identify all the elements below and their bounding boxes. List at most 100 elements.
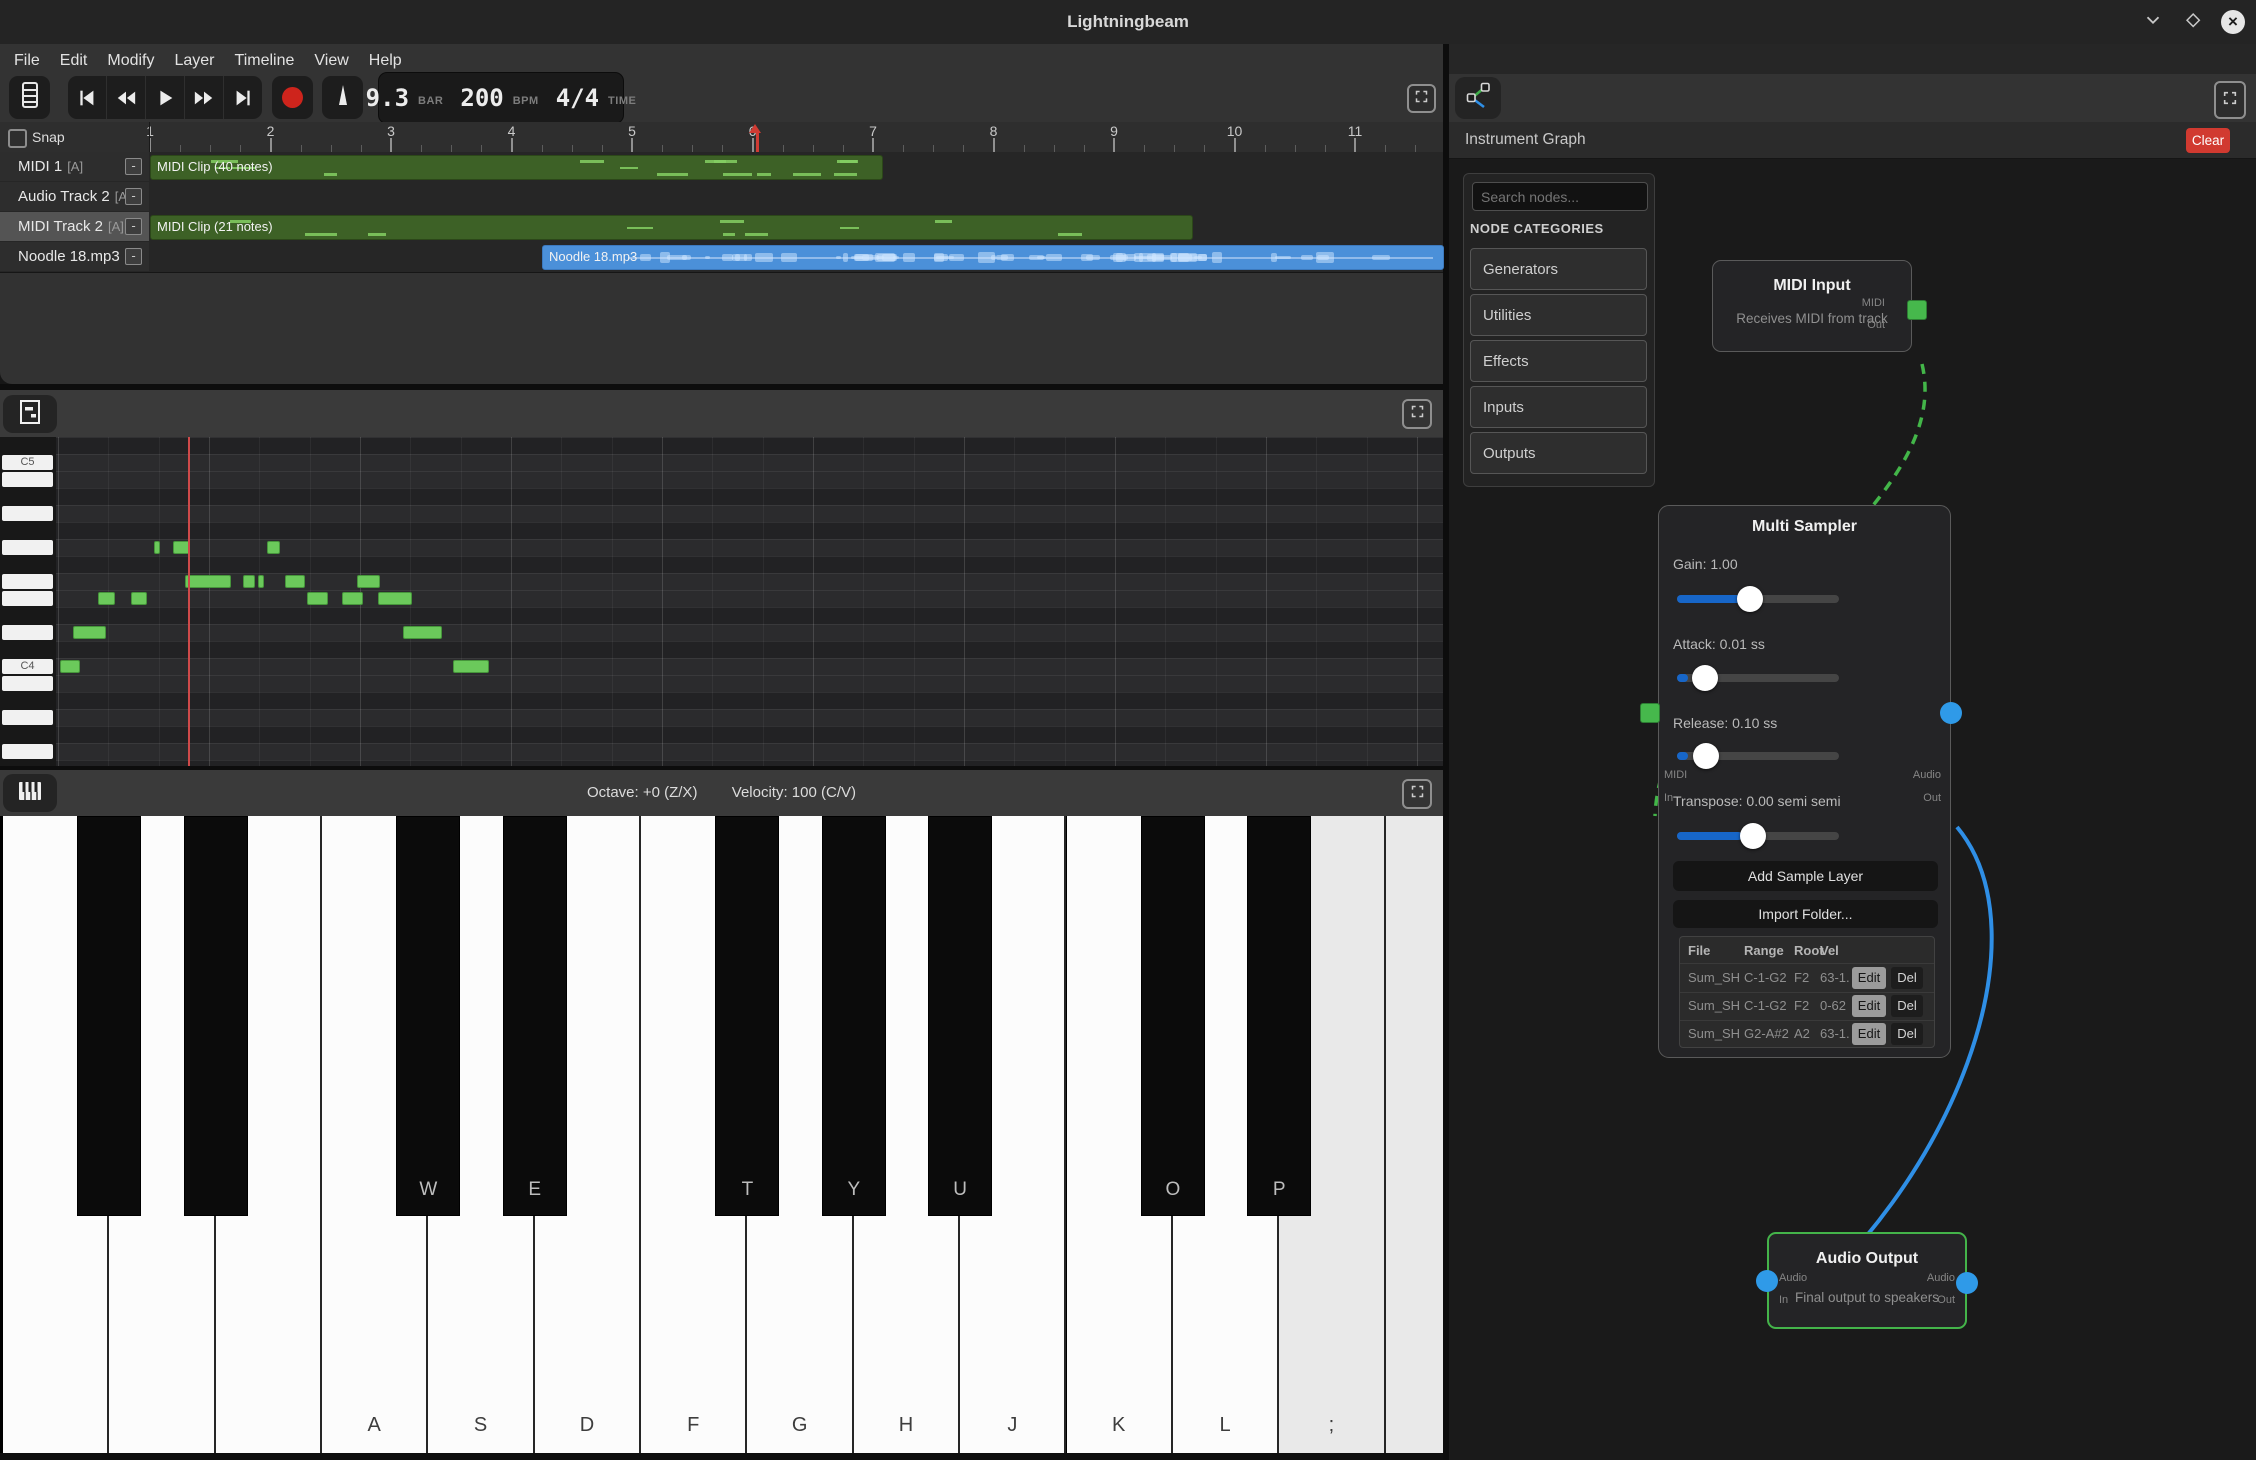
del-button[interactable]: Del xyxy=(1891,995,1923,1017)
search-input[interactable] xyxy=(1472,182,1648,211)
timeline-ruler[interactable]: Snap 1234567891011 xyxy=(0,122,1443,153)
piano-roll-playhead[interactable] xyxy=(188,437,190,766)
track-collapse-button[interactable]: - xyxy=(125,248,142,265)
category-effects[interactable]: Effects xyxy=(1470,340,1647,382)
category-generators[interactable]: Generators xyxy=(1470,248,1647,290)
mini-white-key[interactable] xyxy=(2,710,53,725)
track-collapse-button[interactable]: - xyxy=(125,188,142,205)
track-collapse-button[interactable]: - xyxy=(125,218,142,235)
rewind-button[interactable] xyxy=(107,76,146,119)
slider-knob[interactable] xyxy=(1693,743,1719,769)
mini-white-key[interactable] xyxy=(2,591,53,606)
menu-view[interactable]: View xyxy=(314,52,348,70)
piano-roll-note[interactable] xyxy=(285,575,305,588)
category-outputs[interactable]: Outputs xyxy=(1470,432,1647,474)
node-multi-sampler[interactable]: Multi Sampler Gain: 1.00Attack: 0.01 ssR… xyxy=(1658,505,1951,1058)
timeline-expand-button[interactable] xyxy=(1407,84,1436,113)
black-key-P[interactable]: P xyxy=(1247,816,1311,1216)
menu-timeline[interactable]: Timeline xyxy=(235,52,295,70)
piano-roll-note[interactable] xyxy=(258,575,264,588)
timeline-mode-button[interactable] xyxy=(9,76,50,119)
black-key-W[interactable]: W xyxy=(396,816,460,1216)
snap-checkbox[interactable] xyxy=(8,129,27,148)
piano-roll-note[interactable] xyxy=(378,592,412,605)
piano-roll-note[interactable] xyxy=(453,660,489,673)
mini-white-key[interactable] xyxy=(2,574,53,589)
track-collapse-button[interactable]: - xyxy=(125,158,142,175)
piano-roll-note[interactable] xyxy=(357,575,380,588)
piano-roll-note[interactable] xyxy=(73,626,106,639)
node-audio-output[interactable]: Audio Output Final output to speakers Au… xyxy=(1767,1232,1967,1329)
sampler-audio-out-port[interactable] xyxy=(1940,702,1962,724)
black-key-U[interactable]: U xyxy=(928,816,992,1216)
node-midi-input[interactable]: MIDI Input Receives MIDI from track MIDI… xyxy=(1712,260,1912,352)
menu-edit[interactable]: Edit xyxy=(60,52,88,70)
audio-out-port[interactable] xyxy=(1956,1272,1978,1294)
mini-white-key[interactable]: C5 xyxy=(2,455,53,470)
piano-roll-note[interactable] xyxy=(243,575,255,588)
piano-roll-note[interactable] xyxy=(60,660,80,673)
piano-roll-note[interactable] xyxy=(154,541,160,554)
clip-midi[interactable]: MIDI Clip (40 notes) xyxy=(150,155,883,180)
edit-button[interactable]: Edit xyxy=(1852,1023,1886,1045)
midi-out-port[interactable] xyxy=(1907,300,1927,320)
graph-expand-button[interactable] xyxy=(2214,81,2246,119)
piano-roll-note[interactable] xyxy=(403,626,442,639)
mini-white-key[interactable] xyxy=(2,540,53,555)
clear-button[interactable]: Clear xyxy=(2186,128,2230,153)
black-key-Y[interactable]: Y xyxy=(822,816,886,1216)
close-button[interactable]: × xyxy=(2221,10,2245,34)
black-key-O[interactable]: O xyxy=(1141,816,1205,1216)
edit-button[interactable]: Edit xyxy=(1852,995,1886,1017)
clip-midi[interactable]: MIDI Clip (21 notes) xyxy=(150,215,1193,240)
transport-display[interactable]: 9.3 BAR 200 BPM 4/4 TIME xyxy=(378,72,624,124)
fast-forward-button[interactable] xyxy=(185,76,224,119)
black-key[interactable] xyxy=(77,816,141,1216)
maximize-button[interactable] xyxy=(2181,10,2205,34)
metronome-button[interactable] xyxy=(322,76,363,119)
skip-start-button[interactable] xyxy=(68,76,107,119)
playhead-marker[interactable] xyxy=(749,124,761,133)
menu-file[interactable]: File xyxy=(14,52,40,70)
del-button[interactable]: Del xyxy=(1891,967,1923,989)
piano-roll-note[interactable] xyxy=(185,575,231,588)
menu-layer[interactable]: Layer xyxy=(174,52,214,70)
black-key-E[interactable]: E xyxy=(503,816,567,1216)
track-row[interactable]: Audio Track 2[A]- xyxy=(0,182,1443,213)
slider-knob[interactable] xyxy=(1740,823,1766,849)
piano-roll-note[interactable] xyxy=(307,592,328,605)
add-sample-layer-button[interactable]: Add Sample Layer xyxy=(1673,861,1938,891)
piano-roll-note[interactable] xyxy=(98,592,115,605)
black-key-T[interactable]: T xyxy=(715,816,779,1216)
mini-white-key[interactable]: C4 xyxy=(2,659,53,674)
black-key[interactable] xyxy=(184,816,248,1216)
piano-roll-note[interactable] xyxy=(131,592,147,605)
clip-audio[interactable]: Noodle 18.mp3 xyxy=(542,245,1444,270)
mini-white-key[interactable] xyxy=(2,744,53,759)
edit-button[interactable]: Edit xyxy=(1852,967,1886,989)
menu-help[interactable]: Help xyxy=(369,52,402,70)
mini-white-key[interactable] xyxy=(2,625,53,640)
piano-roll-note[interactable] xyxy=(342,592,363,605)
graph-view-button[interactable] xyxy=(1455,77,1501,119)
import-folder-button[interactable]: Import Folder... xyxy=(1673,900,1938,928)
audio-in-port[interactable] xyxy=(1756,1270,1778,1292)
keyboard-expand-button[interactable] xyxy=(1402,779,1432,809)
white-key[interactable] xyxy=(1386,816,1443,1453)
menu-modify[interactable]: Modify xyxy=(107,52,154,70)
slider-knob[interactable] xyxy=(1692,665,1718,691)
minimize-button[interactable] xyxy=(2141,10,2165,34)
piano-roll-note[interactable] xyxy=(267,541,280,554)
play-button[interactable] xyxy=(146,76,185,119)
sampler-midi-in-port[interactable] xyxy=(1640,703,1660,723)
mini-white-key[interactable] xyxy=(2,676,53,691)
piano-roll-fit-button[interactable] xyxy=(3,395,57,433)
piano-roll-canvas[interactable]: C5 C4 xyxy=(0,437,1443,766)
mini-white-key[interactable] xyxy=(2,472,53,487)
del-button[interactable]: Del xyxy=(1891,1023,1923,1045)
mini-white-key[interactable] xyxy=(2,506,53,521)
skip-end-button[interactable] xyxy=(224,76,262,119)
category-inputs[interactable]: Inputs xyxy=(1470,386,1647,428)
piano-roll-expand-button[interactable] xyxy=(1402,399,1432,429)
record-button[interactable] xyxy=(272,76,313,119)
